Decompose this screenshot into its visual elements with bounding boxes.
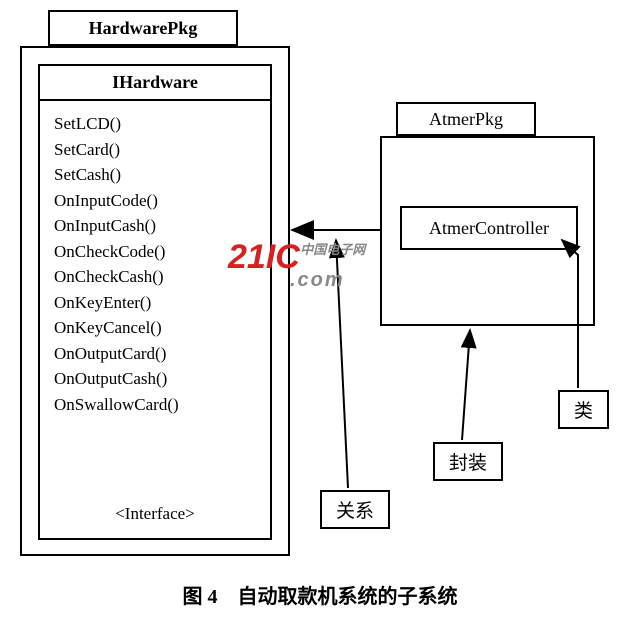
method-entry: OnOutputCash() bbox=[54, 366, 256, 392]
watermark-sub1: 中国电子网 bbox=[300, 242, 365, 257]
ihardware-name: IHardware bbox=[40, 66, 270, 101]
relation-label: 关系 bbox=[320, 490, 390, 529]
ihardware-methods: SetLCD()SetCard()SetCash()OnInputCode()O… bbox=[40, 101, 270, 427]
method-entry: OnCheckCash() bbox=[54, 264, 256, 290]
ihardware-stereotype: <Interface> bbox=[40, 498, 270, 530]
package-label: 封装 bbox=[433, 442, 503, 481]
method-entry: OnInputCode() bbox=[54, 188, 256, 214]
class-label: 类 bbox=[558, 390, 609, 429]
ihardware-class: IHardware SetLCD()SetCard()SetCash()OnIn… bbox=[38, 64, 272, 540]
atmer-controller-class: AtmerController bbox=[400, 206, 578, 250]
method-entry: OnOutputCard() bbox=[54, 341, 256, 367]
method-entry: OnKeyCancel() bbox=[54, 315, 256, 341]
method-entry: OnInputCash() bbox=[54, 213, 256, 239]
figure-caption: 图 4 自动取款机系统的子系统 bbox=[10, 580, 630, 609]
package-pointer bbox=[462, 330, 470, 440]
relation-pointer bbox=[336, 240, 348, 488]
method-entry: SetCard() bbox=[54, 137, 256, 163]
method-entry: OnSwallowCard() bbox=[54, 392, 256, 418]
hardware-pkg-body: IHardware SetLCD()SetCard()SetCash()OnIn… bbox=[20, 46, 290, 556]
method-entry: OnCheckCode() bbox=[54, 239, 256, 265]
hardware-pkg-tab: HardwarePkg bbox=[48, 10, 238, 46]
atmer-pkg-body: AtmerController bbox=[380, 136, 595, 326]
watermark-sub2: .com bbox=[290, 269, 369, 292]
method-entry: SetLCD() bbox=[54, 111, 256, 137]
method-entry: OnKeyEnter() bbox=[54, 290, 256, 316]
method-entry: SetCash() bbox=[54, 162, 256, 188]
diagram-canvas: HardwarePkg IHardware SetLCD()SetCard()S… bbox=[10, 10, 630, 570]
atmer-pkg-tab: AtmerPkg bbox=[396, 102, 536, 136]
